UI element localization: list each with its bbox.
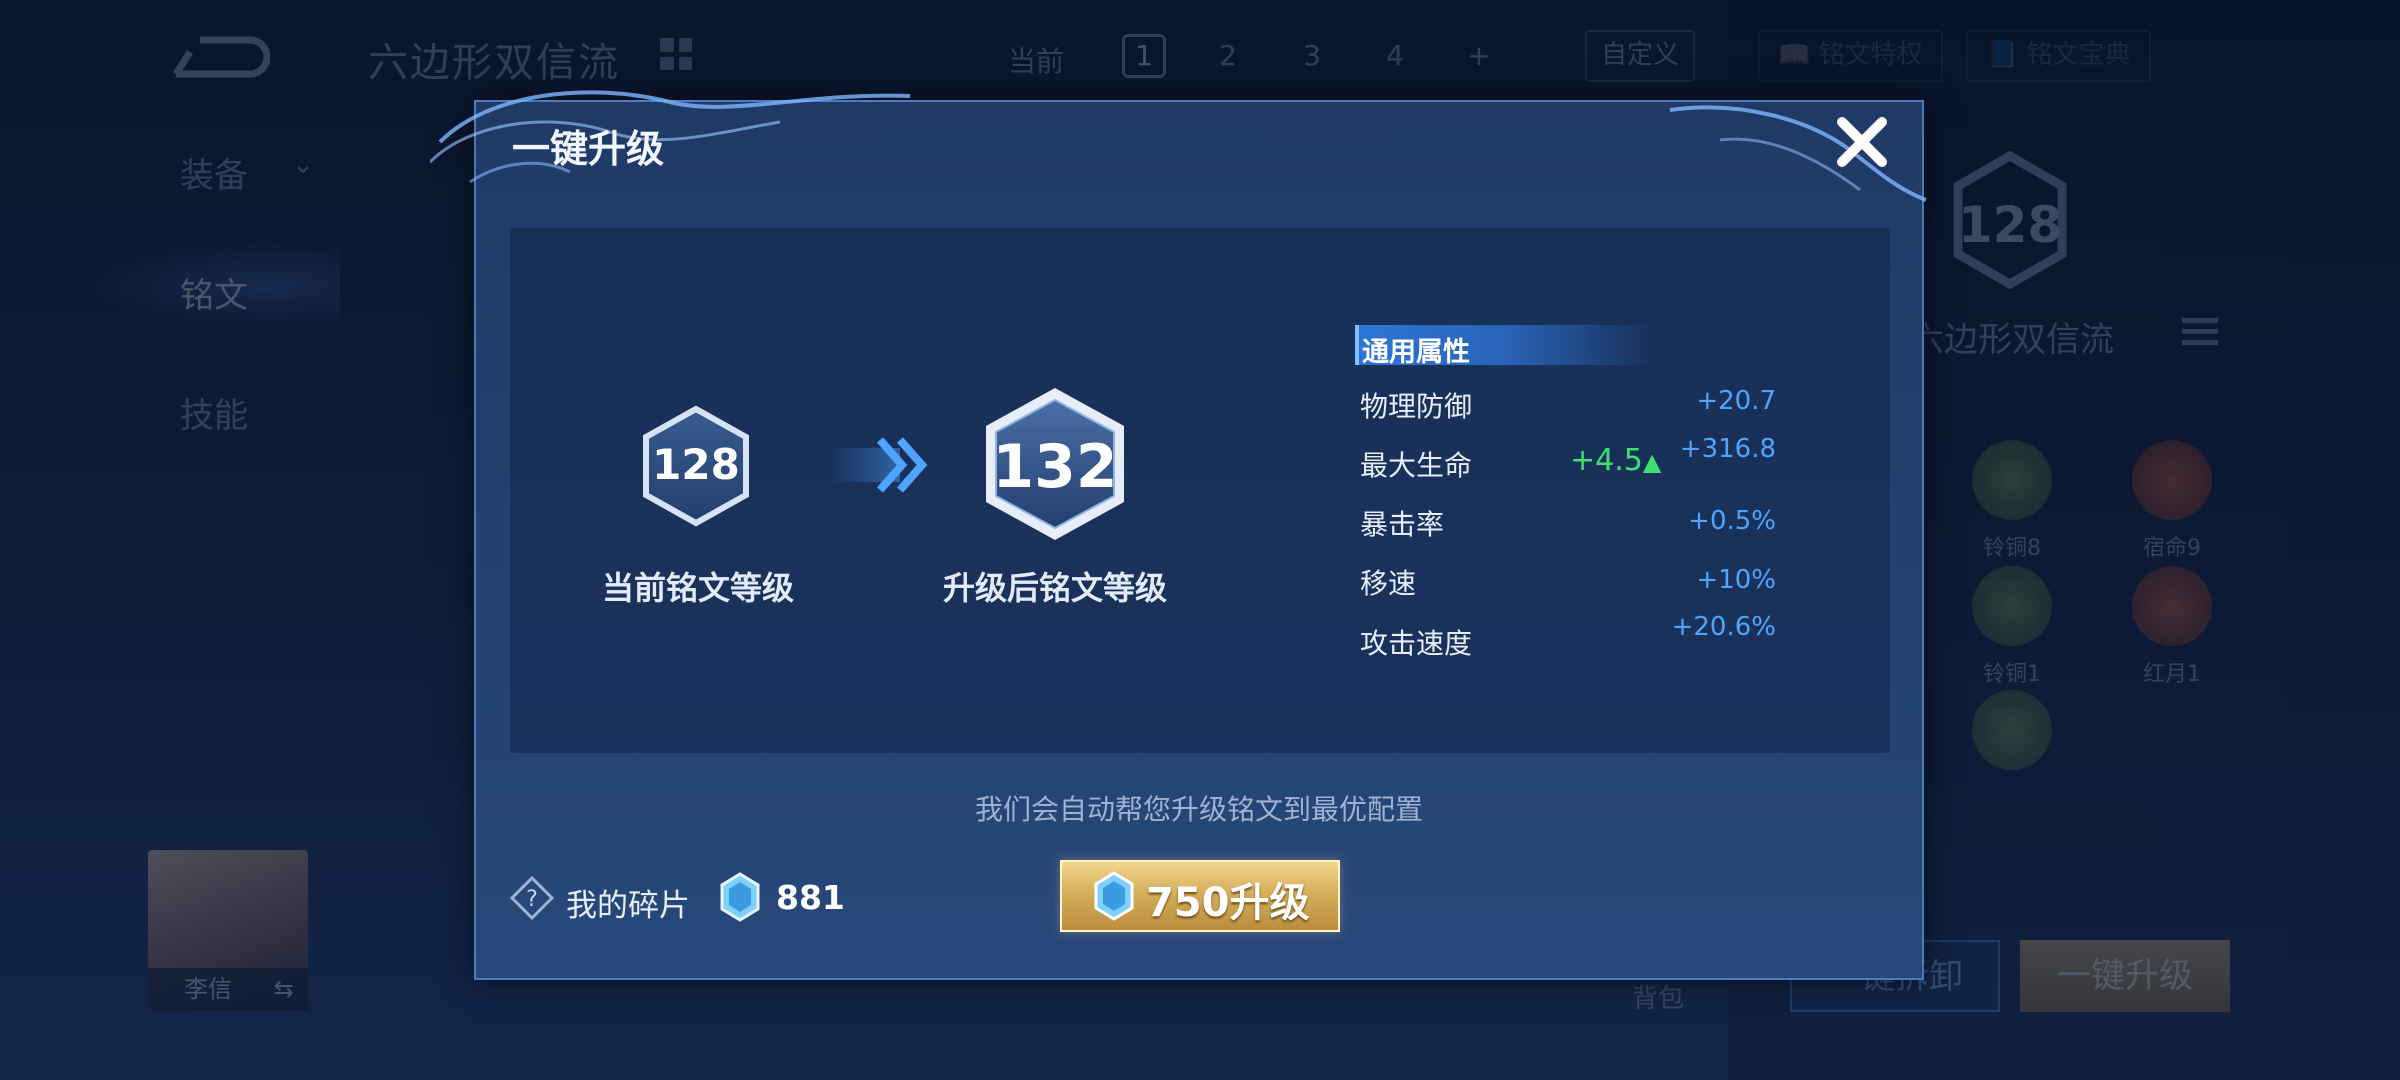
crystal-shard-icon: [1094, 871, 1134, 921]
help-icon[interactable]: ?: [510, 876, 554, 920]
new-level-value: 132: [992, 432, 1118, 502]
shards-count: 881: [776, 878, 845, 917]
attribute-value: +316.8: [1679, 434, 1776, 464]
attribute-value: +0.5%: [1688, 506, 1776, 536]
upgrade-button-label: 750升级: [1146, 880, 1310, 926]
attribute-value: +20.6%: [1671, 612, 1776, 642]
attribute-name: 移速: [1360, 567, 1417, 600]
close-icon[interactable]: [1832, 112, 1892, 172]
attribute-name: 物理防御: [1360, 390, 1473, 423]
attribute-value: +10%: [1696, 565, 1776, 595]
attribute-value: +20.7: [1696, 386, 1776, 416]
svg-text:?: ?: [526, 887, 538, 912]
new-level-label: 升级后铭文等级: [942, 569, 1167, 607]
attributes-header: 通用属性: [1362, 337, 1470, 368]
cloud-ornament-left: [430, 90, 911, 184]
modal-title: 一键升级: [512, 127, 665, 171]
attribute-name: 最大生命: [1360, 449, 1473, 482]
info-text: 我们会自动帮您升级铭文到最优配置: [974, 793, 1423, 826]
crystal-shard-icon: [720, 872, 760, 922]
attribute-name: 攻击速度: [1360, 627, 1473, 660]
shards-label: 我的碎片: [566, 888, 690, 924]
current-level-value: 128: [652, 440, 740, 489]
current-level-label: 当前铭文等级: [601, 569, 794, 607]
attribute-name: 暴击率: [1360, 508, 1445, 541]
double-arrow-right-icon: [830, 437, 928, 493]
attribute-bonus-value: +4.5: [1570, 443, 1643, 478]
